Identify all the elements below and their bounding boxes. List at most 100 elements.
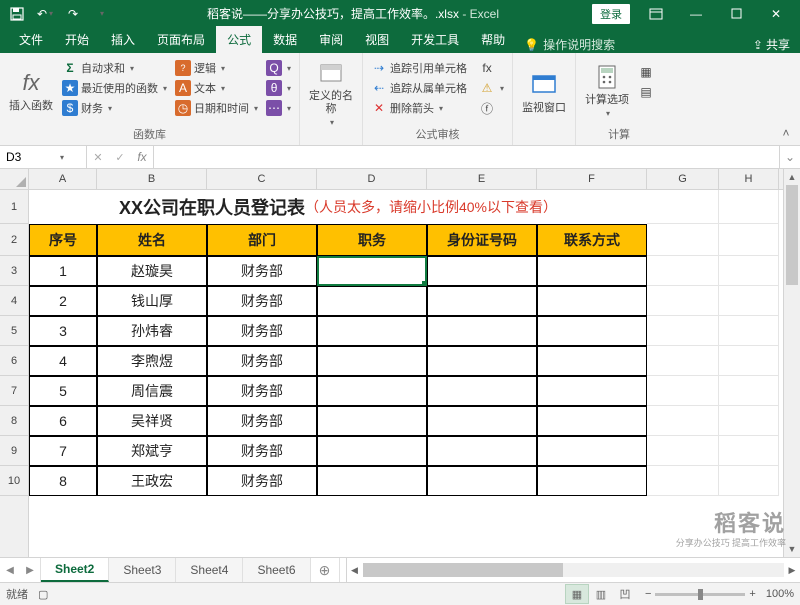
header-部门[interactable]: 部门	[207, 224, 317, 256]
cells-area[interactable]: XX公司在职人员登记表（人员太多，请缩小比例40%以下查看）序号姓名部门职务身份…	[29, 190, 783, 496]
column-header-E[interactable]: E	[427, 169, 537, 189]
row-header-6[interactable]: 6	[0, 346, 28, 376]
formula-bar-input[interactable]	[154, 146, 779, 168]
financial-button[interactable]: $财务▾	[59, 98, 170, 118]
cell-G9[interactable]	[647, 436, 719, 466]
sheet-tab-sheet4[interactable]: Sheet4	[176, 558, 243, 582]
sheet-tab-sheet3[interactable]: Sheet3	[109, 558, 176, 582]
name-box-dropdown[interactable]: ▾	[60, 153, 64, 162]
data-cell-r8-c3[interactable]	[317, 406, 427, 436]
maximize-button[interactable]	[716, 0, 756, 27]
expand-formula-bar[interactable]: ⌄	[779, 146, 800, 168]
cell-G6[interactable]	[647, 346, 719, 376]
column-header-G[interactable]: G	[647, 169, 719, 189]
data-cell-r3-c2[interactable]: 财务部	[207, 256, 317, 286]
data-cell-r5-c3[interactable]	[317, 316, 427, 346]
cell-H9[interactable]	[719, 436, 779, 466]
header-身份证号码[interactable]: 身份证号码	[427, 224, 537, 256]
header-序号[interactable]: 序号	[29, 224, 97, 256]
cell-H2[interactable]	[719, 224, 779, 256]
row-header-9[interactable]: 9	[0, 436, 28, 466]
autosum-button[interactable]: Σ自动求和▾	[59, 58, 170, 78]
tab-review[interactable]: 审阅	[308, 26, 354, 53]
show-formulas-button[interactable]: fx	[476, 58, 507, 78]
evaluate-formula-button[interactable]: ⓕ	[476, 98, 507, 118]
cell-G5[interactable]	[647, 316, 719, 346]
data-cell-r10-c2[interactable]: 财务部	[207, 466, 317, 496]
data-cell-r3-c5[interactable]	[537, 256, 647, 286]
tab-file[interactable]: 文件	[8, 26, 54, 53]
data-cell-r5-c5[interactable]	[537, 316, 647, 346]
zoom-level[interactable]: 100%	[766, 588, 794, 600]
tab-insert[interactable]: 插入	[100, 26, 146, 53]
date-time-button[interactable]: ◷日期和时间▾	[172, 98, 261, 118]
remove-arrows-button[interactable]: ✕删除箭头▾	[368, 98, 470, 118]
cell-H4[interactable]	[719, 286, 779, 316]
row-header-8[interactable]: 8	[0, 406, 28, 436]
column-header-B[interactable]: B	[97, 169, 207, 189]
qat-customize[interactable]: ▾	[88, 3, 114, 25]
fx-icon[interactable]: fx	[131, 150, 153, 164]
zoom-in-button[interactable]: +	[749, 588, 755, 600]
cell-G4[interactable]	[647, 286, 719, 316]
tab-help[interactable]: 帮助	[470, 26, 516, 53]
data-cell-r5-c0[interactable]: 3	[29, 316, 97, 346]
recently-used-button[interactable]: ★最近使用的函数▾	[59, 78, 170, 98]
data-cell-r4-c4[interactable]	[427, 286, 537, 316]
header-姓名[interactable]: 姓名	[97, 224, 207, 256]
sheet-tab-nav[interactable]: ◀▶	[0, 558, 41, 582]
scroll-up-arrow[interactable]: ▲	[784, 169, 800, 185]
zoom-slider[interactable]	[655, 593, 745, 596]
data-cell-r7-c4[interactable]	[427, 376, 537, 406]
data-cell-r8-c2[interactable]: 财务部	[207, 406, 317, 436]
row-header-1[interactable]: 1	[0, 190, 28, 224]
column-header-D[interactable]: D	[317, 169, 427, 189]
row-header-3[interactable]: 3	[0, 256, 28, 286]
close-button[interactable]: ✕	[756, 0, 796, 27]
data-cell-r4-c0[interactable]: 2	[29, 286, 97, 316]
column-header-F[interactable]: F	[537, 169, 647, 189]
defined-names-button[interactable]: 定义的名称▾	[305, 56, 357, 131]
data-cell-r7-c0[interactable]: 5	[29, 376, 97, 406]
header-职务[interactable]: 职务	[317, 224, 427, 256]
cancel-formula-button[interactable]: ✕	[87, 151, 109, 164]
data-cell-r9-c1[interactable]: 郑斌亨	[97, 436, 207, 466]
tab-home[interactable]: 开始	[54, 26, 100, 53]
data-cell-r8-c4[interactable]	[427, 406, 537, 436]
trace-precedents-button[interactable]: ⇢追踪引用单元格	[368, 58, 470, 78]
data-cell-r6-c5[interactable]	[537, 346, 647, 376]
data-cell-r10-c4[interactable]	[427, 466, 537, 496]
data-cell-r6-c3[interactable]	[317, 346, 427, 376]
cell-G2[interactable]	[647, 224, 719, 256]
data-cell-r9-c5[interactable]	[537, 436, 647, 466]
cell-H1[interactable]	[719, 190, 779, 224]
cell-G3[interactable]	[647, 256, 719, 286]
data-cell-r3-c4[interactable]	[427, 256, 537, 286]
row-header-7[interactable]: 7	[0, 376, 28, 406]
data-cell-r4-c3[interactable]	[317, 286, 427, 316]
scroll-down-arrow[interactable]: ▼	[784, 541, 800, 557]
name-box-input[interactable]	[4, 149, 60, 165]
data-cell-r10-c0[interactable]: 8	[29, 466, 97, 496]
insert-function-button[interactable]: fx 插入函数	[5, 56, 57, 125]
cell-H3[interactable]	[719, 256, 779, 286]
calc-now-button[interactable]: ▦	[635, 62, 657, 82]
data-cell-r8-c0[interactable]: 6	[29, 406, 97, 436]
macro-record-icon[interactable]: ▢	[38, 588, 48, 601]
scroll-right-arrow[interactable]: ▶	[784, 565, 800, 576]
data-cell-r5-c2[interactable]: 财务部	[207, 316, 317, 346]
data-cell-r4-c5[interactable]	[537, 286, 647, 316]
zoom-out-button[interactable]: −	[645, 588, 651, 600]
tab-formulas[interactable]: 公式	[216, 26, 262, 53]
vertical-scrollbar[interactable]: ▲ ▼	[783, 169, 800, 557]
row-header-4[interactable]: 4	[0, 286, 28, 316]
redo-button[interactable]: ↷	[60, 3, 86, 25]
page-layout-view-button[interactable]: ▥	[589, 584, 613, 604]
row-header-10[interactable]: 10	[0, 466, 28, 496]
data-cell-r9-c2[interactable]: 财务部	[207, 436, 317, 466]
collapse-ribbon-button[interactable]: ˄	[778, 125, 794, 141]
data-cell-r8-c1[interactable]: 吴祥贤	[97, 406, 207, 436]
cell-G7[interactable]	[647, 376, 719, 406]
cell-G8[interactable]	[647, 406, 719, 436]
calc-sheet-button[interactable]: ▤	[635, 82, 657, 102]
